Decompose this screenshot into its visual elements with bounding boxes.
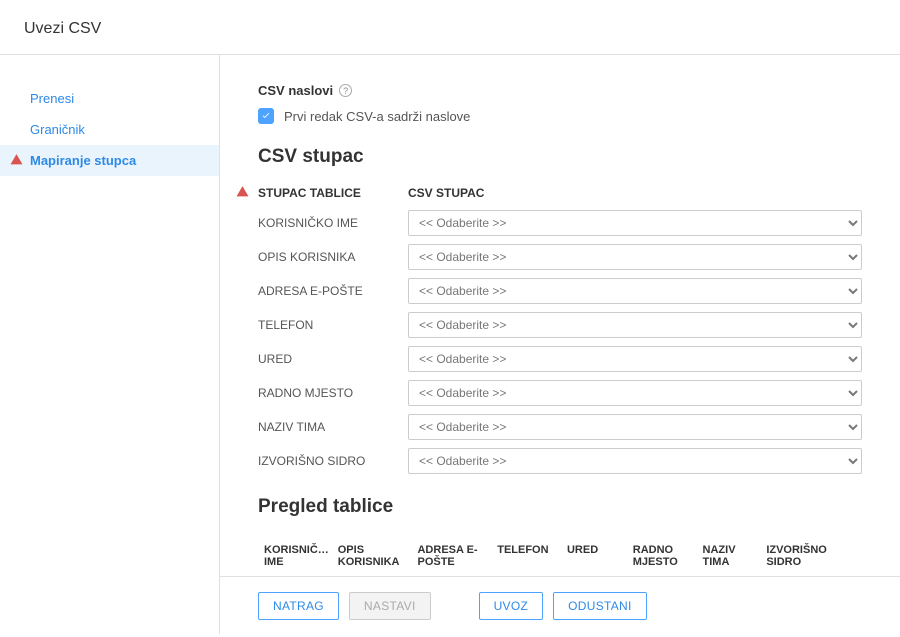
main-content: CSV naslovi ? Prvi redak CSV-a sadrži na… bbox=[220, 55, 900, 576]
mapping-row-select[interactable]: << Odaberite >> bbox=[408, 312, 862, 338]
mapping-row-label: NAZIV TIMA bbox=[258, 420, 408, 434]
mapping-row: TELEFON<< Odaberite >> bbox=[258, 312, 862, 338]
preview-col-header: TELEFON bbox=[497, 544, 567, 568]
preview-col-header: OPIS KORISNIKA bbox=[338, 544, 418, 568]
section-label-text: CSV naslovi bbox=[258, 83, 333, 98]
csv-headers-label: CSV naslovi ? bbox=[258, 83, 862, 98]
mapping-row-label: IZVORIŠNO SIDRO bbox=[258, 454, 408, 468]
mapping-row-label: ADRESA E-POŠTE bbox=[258, 284, 408, 298]
sidebar-item-label: Mapiranje stupca bbox=[30, 153, 136, 168]
help-icon[interactable]: ? bbox=[339, 84, 352, 97]
sidebar-item-delimiter[interactable]: Graničnik bbox=[0, 114, 219, 145]
sidebar-item-upload[interactable]: Prenesi bbox=[0, 83, 219, 114]
warning-icon bbox=[236, 185, 249, 201]
mapping-row-select[interactable]: << Odaberite >> bbox=[408, 346, 862, 372]
mapping-row-label: RADNO MJESTO bbox=[258, 386, 408, 400]
back-button[interactable]: NATRAG bbox=[258, 592, 339, 620]
mapping-row: KORISNIČKO IME<< Odaberite >> bbox=[258, 210, 862, 236]
mapping-row-select[interactable]: << Odaberite >> bbox=[408, 380, 862, 406]
mapping-row: IZVORIŠNO SIDRO<< Odaberite >> bbox=[258, 448, 862, 474]
sidebar-item-column-mapping[interactable]: Mapiranje stupca bbox=[0, 145, 219, 176]
sidebar-item-label: Prenesi bbox=[30, 91, 74, 106]
mapping-row: RADNO MJESTO<< Odaberite >> bbox=[258, 380, 862, 406]
mapping-row-select[interactable]: << Odaberite >> bbox=[408, 448, 862, 474]
preview-title: Pregled tablice bbox=[258, 496, 862, 518]
sidebar-item-label: Graničnik bbox=[30, 122, 85, 137]
preview-col-header: ADRESA E-POŠTE bbox=[417, 544, 497, 568]
check-icon bbox=[261, 111, 271, 121]
first-row-headers-checkbox[interactable] bbox=[258, 108, 274, 124]
cancel-button[interactable]: ODUSTANI bbox=[553, 592, 647, 620]
mapping-row-select[interactable]: << Odaberite >> bbox=[408, 414, 862, 440]
mapping-row: OPIS KORISNIKA<< Odaberite >> bbox=[258, 244, 862, 270]
mapping-row: NAZIV TIMA<< Odaberite >> bbox=[258, 414, 862, 440]
wizard-steps-sidebar: Prenesi Graničnik Mapiranje stupca bbox=[0, 55, 220, 634]
csv-column-title: CSV stupac bbox=[258, 146, 862, 168]
preview-col-header: URED bbox=[567, 544, 633, 568]
preview-col-header: IZVORIŠNO SIDRO bbox=[766, 544, 856, 568]
mapping-row: URED<< Odaberite >> bbox=[258, 346, 862, 372]
wizard-footer: NATRAG NASTAVI UVOZ ODUSTANI bbox=[220, 576, 900, 634]
mapping-row-select[interactable]: << Odaberite >> bbox=[408, 210, 862, 236]
next-button: NASTAVI bbox=[349, 592, 431, 620]
csv-column-header: CSV STUPAC bbox=[408, 186, 484, 200]
mapping-row-select[interactable]: << Odaberite >> bbox=[408, 278, 862, 304]
mapping-row: ADRESA E-POŠTE<< Odaberite >> bbox=[258, 278, 862, 304]
mapping-row-select[interactable]: << Odaberite >> bbox=[408, 244, 862, 270]
mapping-row-label: TELEFON bbox=[258, 318, 408, 332]
import-button[interactable]: UVOZ bbox=[479, 592, 544, 620]
table-column-header: STUPAC TABLICE bbox=[258, 186, 408, 200]
preview-col-header: NAZIV TIMA bbox=[703, 544, 767, 568]
dialog-title: Uvezi CSV bbox=[0, 0, 900, 54]
warning-icon bbox=[10, 153, 23, 169]
preview-table: KORISNIČ… IME OPIS KORISNIKA ADRESA E-PO… bbox=[258, 536, 862, 576]
mapping-row-label: KORISNIČKO IME bbox=[258, 216, 408, 230]
mapping-row-label: OPIS KORISNIKA bbox=[258, 250, 408, 264]
preview-col-header: KORISNIČ… IME bbox=[264, 544, 338, 568]
checkbox-label: Prvi redak CSV-a sadrži naslove bbox=[284, 109, 470, 124]
preview-col-header: RADNO MJESTO bbox=[633, 544, 703, 568]
mapping-row-label: URED bbox=[258, 352, 408, 366]
